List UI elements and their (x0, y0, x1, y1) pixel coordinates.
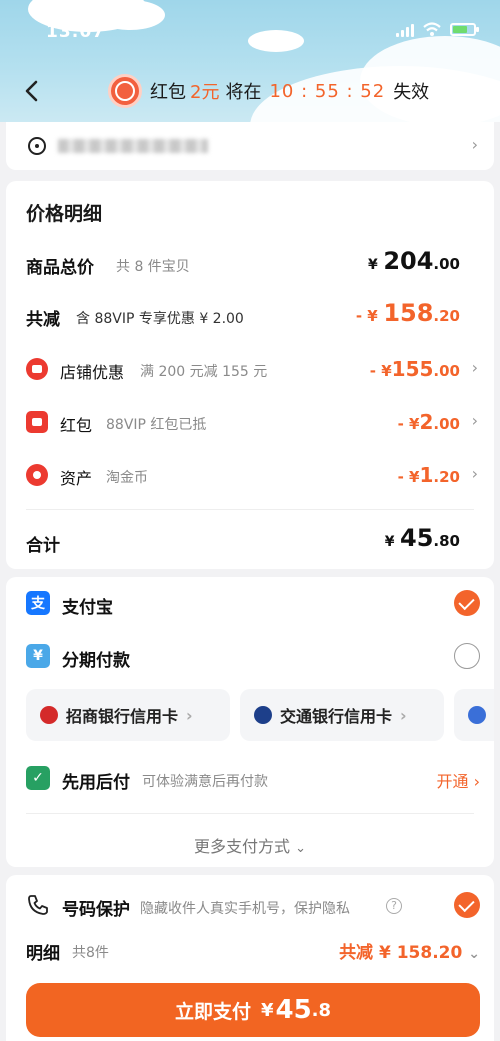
countdown-timer: 10 : 55 : 52 (269, 80, 386, 102)
status-time: 13:07 (46, 22, 106, 42)
expire-suffix: 失效 (393, 82, 430, 103)
phone-icon (28, 895, 48, 915)
address-blurred (58, 139, 208, 153)
payment-card: 支 支付宝 ¥ 分期付款 招商银行信用卡 › 交通银行信用卡 › 花 ✓ 先用后… (6, 577, 494, 867)
total-label: 商品总价 (26, 258, 94, 278)
pay-later-sub: 可体验满意后再付款 (142, 774, 268, 790)
status-bar: 13:07 (0, 16, 500, 50)
pay-later-icon: ✓ (26, 766, 50, 790)
chevron-right-icon: › (471, 135, 478, 154)
reduce-label: 共减 (26, 310, 60, 330)
more-payment-link[interactable]: 更多支付方式 ⌄ (6, 833, 494, 857)
bocom-logo-icon (254, 706, 272, 724)
header: 13:07 红包 2元 将在 10 : 55 : 52 失效 (0, 0, 500, 122)
double-chevron-down-icon: ⌄ (468, 946, 480, 962)
expire-prefix: 将在 (225, 82, 262, 103)
detail-reduce-toggle[interactable]: 共减 ¥ 158.20 ⌄ (339, 938, 480, 963)
chevron-right-icon: › (471, 358, 478, 377)
battery-icon (450, 23, 479, 36)
asset-label: 资产 (60, 469, 93, 488)
store-discount-sub: 满 200 元减 155 元 (140, 364, 268, 380)
installment-icon: ¥ (26, 644, 50, 668)
price-detail-card: 价格明细 商品总价 共 8 件宝贝 ¥ 204.00 共减 含 88VIP 专享… (6, 181, 494, 569)
redpacket-label: 红包 (150, 82, 186, 103)
address-bar[interactable]: › (6, 122, 494, 170)
chevron-left-icon (25, 80, 38, 102)
chevron-right-icon: › (471, 411, 478, 430)
redpacket-amount: 2元 (190, 82, 220, 103)
detail-count: 共8件 (72, 945, 109, 961)
installment-label[interactable]: 分期付款 (62, 646, 130, 671)
asset-sub: 淘金币 (106, 470, 148, 486)
store-discount-amount[interactable]: - ¥155.00 (370, 357, 460, 381)
alipay-icon: 支 (26, 591, 50, 615)
cmb-logo-icon (40, 706, 58, 724)
redpacket-countdown: 红包 2元 将在 10 : 55 : 52 失效 (108, 74, 429, 108)
alipay-label[interactable]: 支付宝 (62, 593, 113, 618)
price-detail-title: 价格明细 (26, 203, 103, 225)
wifi-icon (423, 22, 441, 36)
asset-amount[interactable]: - ¥1.20 (398, 463, 460, 487)
signal-icon (396, 23, 414, 37)
store-discount-icon (26, 358, 48, 380)
installment-radio[interactable] (454, 643, 480, 669)
number-protect-checkbox[interactable] (454, 892, 480, 918)
bank-option-huabei[interactable]: 花 (454, 689, 494, 741)
sum-label: 合计 (26, 536, 60, 556)
bank-option-bocom[interactable]: 交通银行信用卡 › (240, 689, 444, 741)
chevron-down-icon: ⌄ (295, 841, 306, 856)
sum-amount: ¥ 45.80 (384, 524, 460, 552)
redpacket-row-amount[interactable]: - ¥2.00 (398, 410, 460, 434)
chevron-right-icon: › (471, 464, 478, 483)
status-icons (396, 22, 479, 37)
nav-bar: 红包 2元 将在 10 : 55 : 52 失效 (0, 70, 500, 114)
asset-icon (26, 464, 48, 486)
alipay-checkbox[interactable] (454, 590, 480, 616)
divider (26, 813, 474, 814)
pay-now-button[interactable]: 立即支付 ¥ 45.8 (26, 983, 480, 1037)
divider (26, 509, 474, 510)
bank-option-cmb[interactable]: 招商银行信用卡 › (26, 689, 230, 741)
reduce-amount: - ¥ 158.20 (355, 299, 460, 327)
total-amount: ¥ 204.00 (367, 247, 460, 275)
redpacket-icon (108, 74, 142, 108)
redpacket-row-sub: 88VIP 红包已抵 (106, 417, 207, 433)
store-discount-label: 店铺优惠 (60, 363, 125, 382)
bottom-bar: 号码保护 隐藏收件人真实手机号，保护隐私 ? 明细 共8件 共减 ¥ 158.2… (6, 875, 494, 1041)
number-protect-label: 号码保护 (62, 900, 130, 920)
back-button[interactable] (18, 76, 48, 106)
redpacket-row-label: 红包 (60, 416, 93, 435)
pay-later-label[interactable]: 先用后付 (62, 768, 130, 793)
bank-label: 交通银行信用卡 (280, 707, 393, 726)
total-sub: 共 8 件宝贝 (116, 259, 190, 275)
bank-label: 招商银行信用卡 (66, 707, 179, 726)
pay-later-open-link[interactable]: 开通 › (437, 768, 481, 792)
chevron-right-icon: › (400, 705, 407, 725)
redpacket-row-icon (26, 411, 48, 433)
help-icon[interactable]: ? (386, 898, 402, 914)
chevron-right-icon: › (186, 705, 193, 725)
reduce-sub: 含 88VIP 专享优惠 ¥ 2.00 (76, 311, 244, 327)
location-icon (28, 137, 46, 155)
huabei-logo-icon (468, 706, 486, 724)
detail-label: 明细 (26, 944, 60, 964)
number-protect-sub: 隐藏收件人真实手机号，保护隐私 (140, 901, 350, 917)
